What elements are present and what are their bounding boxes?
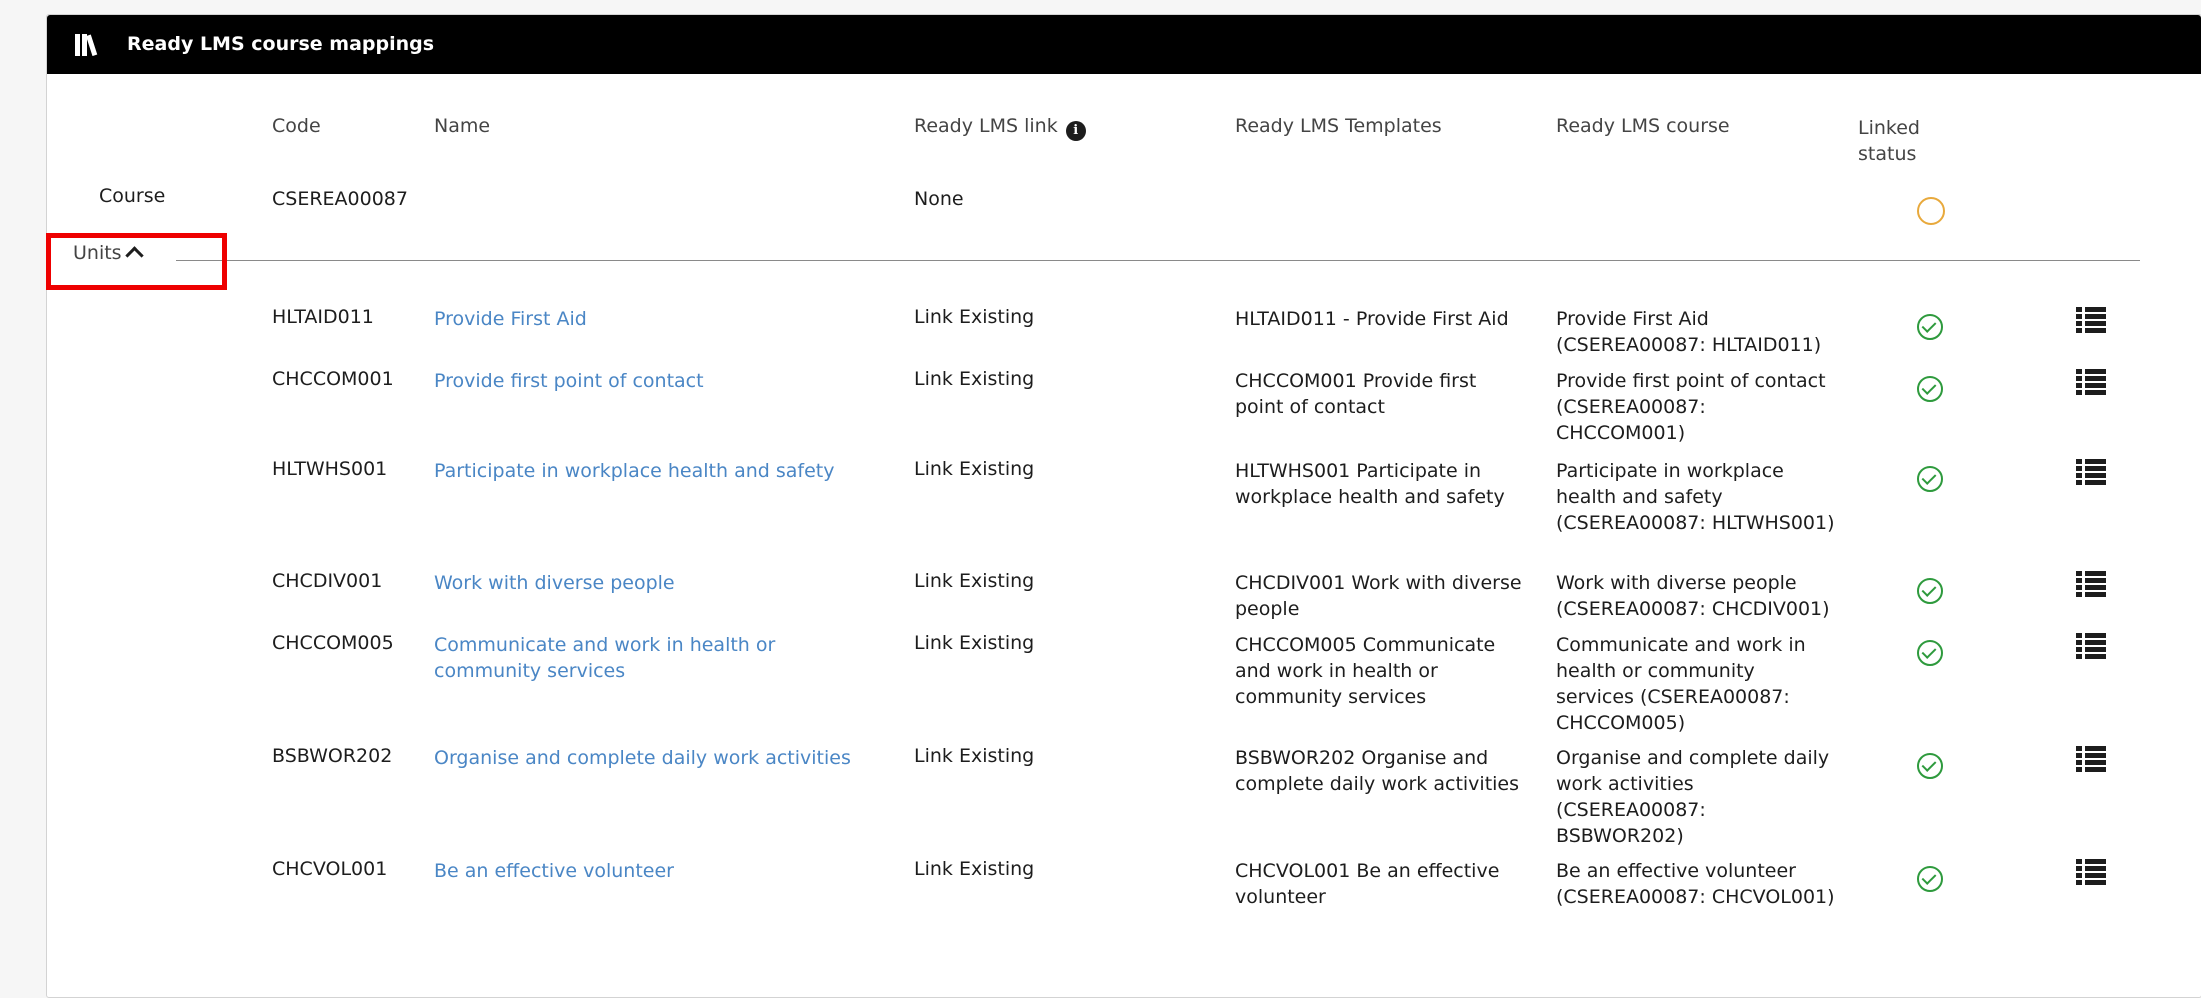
unit-name-link[interactable]: Provide First Aid xyxy=(434,306,884,332)
chevron-up-icon xyxy=(124,246,144,265)
column-header-templates: Ready LMS Templates xyxy=(1235,115,1442,137)
unit-name-link[interactable]: Participate in workplace health and safe… xyxy=(434,458,884,484)
panel-title: Ready LMS course mappings xyxy=(127,33,435,55)
panel-header: Ready LMS course mappings xyxy=(47,15,2201,74)
ready-lms-course: Provide First Aid (CSEREA00087: HLTAID01… xyxy=(1556,308,1822,356)
unit-name-link[interactable]: Communicate and work in health or commun… xyxy=(434,632,884,684)
details-list-icon[interactable] xyxy=(2076,570,2108,598)
linked-status-check-icon xyxy=(1917,314,1943,340)
books-icon xyxy=(75,34,98,56)
ready-lms-course: Work with diverse people (CSEREA00087: C… xyxy=(1556,572,1830,620)
course-link-status: None xyxy=(914,188,964,210)
linked-status-check-icon xyxy=(1917,753,1943,779)
unit-name-link[interactable]: Organise and complete daily work activit… xyxy=(434,745,884,771)
course-row-label: Course xyxy=(99,185,166,207)
linked-status-check-icon xyxy=(1917,578,1943,604)
linked-status-line2: status xyxy=(1858,143,1917,165)
linked-status-line1: Linked xyxy=(1858,117,1920,139)
ready-lms-template: CHCCOM005 Communicate and work in health… xyxy=(1235,634,1496,708)
link-existing-label: Link Existing xyxy=(914,570,1035,592)
ready-lms-course: Provide first point of contact (CSEREA00… xyxy=(1556,370,1826,444)
column-header-link-label: Ready LMS link xyxy=(914,115,1058,137)
units-toggle-label: Units xyxy=(73,242,122,264)
linked-status-check-icon xyxy=(1917,466,1943,492)
unit-code: HLTAID011 xyxy=(272,306,374,328)
column-header-name: Name xyxy=(434,115,491,137)
link-existing-label: Link Existing xyxy=(914,745,1035,767)
ready-lms-course: Participate in workplace health and safe… xyxy=(1556,460,1835,534)
link-existing-label: Link Existing xyxy=(914,368,1035,390)
link-existing-label: Link Existing xyxy=(914,858,1035,880)
link-existing-label: Link Existing xyxy=(914,632,1035,654)
column-header-course: Ready LMS course xyxy=(1556,115,1730,137)
unit-code: HLTWHS001 xyxy=(272,458,388,480)
unlinked-status-icon xyxy=(1917,197,1945,225)
column-header-linked-status: Linked status xyxy=(1858,115,1920,167)
column-header-ready-lms-link: Ready LMS link i xyxy=(914,115,1086,141)
unit-name-link[interactable]: Be an effective volunteer xyxy=(434,858,884,884)
column-header-code: Code xyxy=(272,115,321,137)
linked-status-check-icon xyxy=(1917,866,1943,892)
info-icon[interactable]: i xyxy=(1065,121,1086,141)
ready-lms-template: HLTWHS001 Participate in workplace healt… xyxy=(1235,460,1505,508)
ready-lms-template: HLTAID011 - Provide First Aid xyxy=(1235,308,1509,330)
details-list-icon[interactable] xyxy=(2076,858,2108,886)
ready-lms-template: CHCVOL001 Be an effective volunteer xyxy=(1235,860,1500,908)
ready-lms-template: CHCCOM001 Provide first point of contact xyxy=(1235,370,1477,418)
details-list-icon[interactable] xyxy=(2076,306,2108,334)
units-toggle[interactable]: Units xyxy=(73,242,144,265)
linked-status-check-icon xyxy=(1917,376,1943,402)
details-list-icon[interactable] xyxy=(2076,458,2108,486)
ready-lms-template: CHCDIV001 Work with diverse people xyxy=(1235,572,1522,620)
details-list-icon[interactable] xyxy=(2076,745,2108,773)
units-divider xyxy=(176,260,2140,261)
ready-lms-course: Be an effective volunteer (CSEREA00087: … xyxy=(1556,860,1835,908)
details-list-icon[interactable] xyxy=(2076,632,2108,660)
ready-lms-template: BSBWOR202 Organise and complete daily wo… xyxy=(1235,747,1520,795)
unit-code: CHCDIV001 xyxy=(272,570,383,592)
unit-code: CHCCOM005 xyxy=(272,632,394,654)
unit-code: CHCCOM001 xyxy=(272,368,394,390)
course-code: CSEREA00087 xyxy=(272,188,408,210)
unit-code: CHCVOL001 xyxy=(272,858,388,880)
unit-code: BSBWOR202 xyxy=(272,745,393,767)
details-list-icon[interactable] xyxy=(2076,368,2108,396)
unit-name-link[interactable]: Work with diverse people xyxy=(434,570,884,596)
link-existing-label: Link Existing xyxy=(914,458,1035,480)
ready-lms-course: Organise and complete daily work activit… xyxy=(1556,747,1830,847)
link-existing-label: Link Existing xyxy=(914,306,1035,328)
linked-status-check-icon xyxy=(1917,640,1943,666)
unit-name-link[interactable]: Provide first point of contact xyxy=(434,368,884,394)
ready-lms-course: Communicate and work in health or commun… xyxy=(1556,634,1806,734)
